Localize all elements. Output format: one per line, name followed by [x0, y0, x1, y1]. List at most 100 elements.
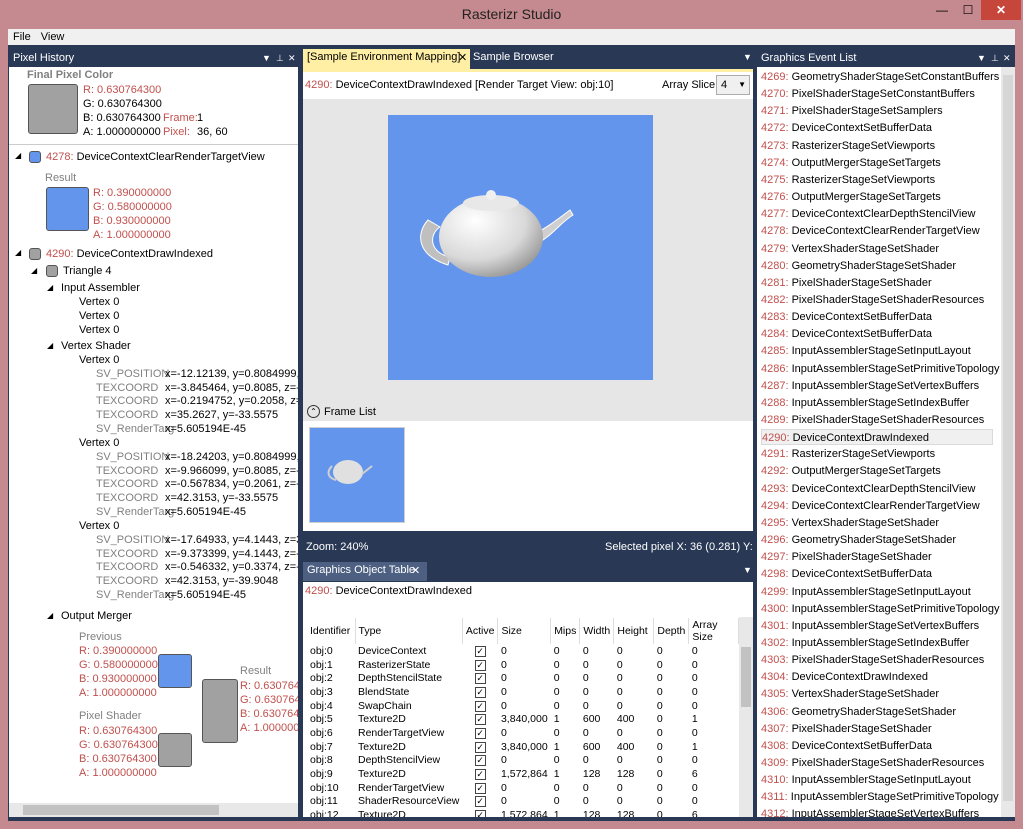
event-list-item[interactable]: 4293: DeviceContextClearDepthStencilView	[761, 481, 993, 497]
expand-arrow-icon[interactable]: ◢	[47, 341, 53, 350]
column-header[interactable]: Mips	[550, 618, 581, 644]
event-list-item[interactable]: 4298: DeviceContextSetBufferData	[761, 566, 993, 582]
active-checkbox[interactable]: ✓	[474, 714, 486, 726]
doc-menu-icon[interactable]: ▼	[743, 52, 752, 62]
event-list-item[interactable]: 4299: InputAssemblerStageSetInputLayout	[761, 584, 993, 600]
event-list-item[interactable]: 4294: DeviceContextClearRenderTargetView	[761, 498, 993, 514]
event-list-item[interactable]: 4289: PixelShaderStageSetShaderResources	[761, 412, 993, 428]
event-list-item[interactable]: 4290: DeviceContextDrawIndexed	[761, 429, 993, 446]
panel-close-icon[interactable]: ✕	[1003, 49, 1011, 67]
event-list-item[interactable]: 4302: InputAssemblerStageSetIndexBuffer	[761, 635, 993, 651]
vertex-shader-node[interactable]: Vertex Shader	[61, 340, 131, 352]
event-list-item[interactable]: 4296: GeometryShaderStageSetShader	[761, 532, 993, 548]
menu-view[interactable]: View	[36, 29, 70, 45]
table-row[interactable]: obj:7 Texture2D ✓ 3,840,000 1 600 400 0 1	[307, 740, 739, 754]
event-list-item[interactable]: 4270: PixelShaderStageSetConstantBuffers	[761, 86, 993, 102]
input-assembler-node[interactable]: Input Assembler	[61, 282, 140, 294]
table-row[interactable]: obj:5 Texture2D ✓ 3,840,000 1 600 400 0 1	[307, 712, 739, 726]
event-list-item[interactable]: 4272: DeviceContextSetBufferData	[761, 120, 993, 136]
table-row[interactable]: obj:6 RenderTargetView ✓ 0 0 0 0 0 0	[307, 726, 739, 740]
event-list-item[interactable]: 4304: DeviceContextDrawIndexed	[761, 669, 993, 685]
horizontal-scrollbar[interactable]	[9, 803, 298, 817]
active-checkbox[interactable]: ✓	[474, 659, 486, 671]
table-row[interactable]: obj:12 Texture2D ✓ 1,572,864 1 128 128 0 6	[307, 808, 739, 817]
event-list-item[interactable]: 4282: PixelShaderStageSetShaderResources	[761, 292, 993, 308]
event-list-item[interactable]: 4281: PixelShaderStageSetShader	[761, 275, 993, 291]
triangle-node[interactable]: Triangle 4	[63, 265, 112, 277]
event-list-item[interactable]: 4283: DeviceContextSetBufferData	[761, 309, 993, 325]
column-header[interactable]: Depth	[653, 618, 690, 644]
collapse-icon[interactable]: ⌃	[307, 405, 320, 418]
expand-arrow-icon[interactable]: ◢	[15, 248, 21, 257]
active-checkbox[interactable]: ✓	[474, 741, 486, 753]
column-header[interactable]: Size	[497, 618, 552, 644]
column-header[interactable]: Type	[355, 618, 463, 644]
panel-menu-icon[interactable]: ▼	[743, 565, 752, 575]
event-list-item[interactable]: 4311: InputAssemblerStageSetPrimitiveTop…	[761, 789, 999, 805]
table-row[interactable]: obj:1 RasterizerState ✓ 0 0 0 0 0 0	[307, 658, 739, 672]
column-header[interactable]: Width	[579, 618, 615, 644]
minimize-button[interactable]: —	[929, 0, 955, 20]
event-list-item[interactable]: 4312: InputAssemblerStageSetVertexBuffer…	[761, 806, 993, 817]
active-checkbox[interactable]: ✓	[474, 755, 486, 767]
event-list-item[interactable]: 4308: DeviceContextSetBufferData	[761, 738, 993, 754]
event-list-item[interactable]: 4297: PixelShaderStageSetShader	[761, 549, 993, 565]
scrollbar-thumb[interactable]	[23, 805, 219, 815]
table-row[interactable]: obj:8 DepthStencilView ✓ 0 0 0 0 0 0	[307, 754, 739, 768]
event-list-item[interactable]: 4303: PixelShaderStageSetShaderResources	[761, 652, 993, 668]
event-list-item[interactable]: 4306: GeometryShaderStageSetShader	[761, 704, 993, 720]
event-list-item[interactable]: 4305: VertexShaderStageSetShader	[761, 686, 993, 702]
panel-menu-icon[interactable]: ▼	[977, 49, 986, 67]
frame-thumbnail[interactable]	[309, 427, 405, 523]
event-list-item[interactable]: 4300: InputAssemblerStageSetPrimitiveTop…	[761, 601, 999, 617]
pin-icon[interactable]: ⊥	[276, 49, 284, 67]
active-checkbox[interactable]: ✓	[474, 727, 486, 739]
frame-list-header[interactable]: ⌃ Frame List	[303, 403, 753, 421]
event-list-item[interactable]: 4277: DeviceContextClearDepthStencilView	[761, 206, 993, 222]
render-viewport[interactable]	[303, 99, 753, 403]
maximize-button[interactable]: ☐	[955, 0, 981, 20]
active-checkbox[interactable]: ✓	[474, 796, 486, 808]
active-checkbox[interactable]: ✓	[474, 769, 486, 781]
render-target-image[interactable]	[388, 115, 653, 380]
close-button[interactable]: ✕	[981, 0, 1021, 20]
array-slice-select[interactable]: 4 ▼	[716, 75, 750, 95]
event-list-item[interactable]: 4269: GeometryShaderStageSetConstantBuff…	[761, 69, 999, 85]
event-list-item[interactable]: 4295: VertexShaderStageSetShader	[761, 515, 993, 531]
event-list-item[interactable]: 4280: GeometryShaderStageSetShader	[761, 258, 993, 274]
event-list-item[interactable]: 4271: PixelShaderStageSetSamplers	[761, 103, 993, 119]
event-list-item[interactable]: 4276: OutputMergerStageSetTargets	[761, 189, 993, 205]
tab-graphics-object-table[interactable]: Graphics Object Table ✕	[303, 562, 427, 581]
column-header[interactable]: Array Size	[688, 618, 740, 644]
panel-close-icon[interactable]: ✕	[288, 49, 296, 67]
tab-sample-environment-mapping[interactable]: [Sample Environment Mapping] ✕	[303, 49, 470, 69]
scrollbar-thumb[interactable]	[1003, 75, 1013, 801]
event-list-item[interactable]: 4279: VertexShaderStageSetShader	[761, 241, 993, 257]
tab-close-icon[interactable]: ✕	[458, 51, 467, 64]
table-row[interactable]: obj:11 ShaderResourceView ✓ 0 0 0 0 0 0	[307, 795, 739, 809]
active-checkbox[interactable]: ✓	[474, 700, 486, 712]
event-list-item[interactable]: 4291: RasterizerStageSetViewports	[761, 446, 993, 462]
vertical-scrollbar[interactable]	[739, 617, 753, 817]
table-row[interactable]: obj:10 RenderTargetView ✓ 0 0 0 0 0 0	[307, 781, 739, 795]
pin-icon[interactable]: ⊥	[991, 49, 999, 67]
expand-arrow-icon[interactable]: ◢	[47, 611, 53, 620]
event-list-item[interactable]: 4309: PixelShaderStageSetShaderResources	[761, 755, 993, 771]
expand-arrow-icon[interactable]: ◢	[15, 151, 21, 160]
event-list-item[interactable]: 4274: OutputMergerStageSetTargets	[761, 155, 993, 171]
table-row[interactable]: obj:4 SwapChain ✓ 0 0 0 0 0 0	[307, 699, 739, 713]
column-header[interactable]: Height	[613, 618, 655, 644]
active-checkbox[interactable]: ✓	[474, 645, 486, 657]
menu-file[interactable]: File	[8, 29, 36, 45]
active-checkbox[interactable]: ✓	[474, 782, 486, 794]
tab-sample-browser[interactable]: Sample Browser	[473, 51, 554, 63]
event-list-item[interactable]: 4273: RasterizerStageSetViewports	[761, 138, 993, 154]
column-header[interactable]: Active	[462, 618, 499, 644]
event-list-item[interactable]: 4287: InputAssemblerStageSetVertexBuffer…	[761, 378, 993, 394]
vertical-scrollbar[interactable]	[1001, 67, 1015, 817]
event-4278[interactable]: 4278: DeviceContextClearRenderTargetView	[46, 151, 265, 163]
active-checkbox[interactable]: ✓	[474, 686, 486, 698]
event-4290[interactable]: 4290: DeviceContextDrawIndexed	[46, 248, 213, 260]
event-list-item[interactable]: 4301: InputAssemblerStageSetVertexBuffer…	[761, 618, 993, 634]
table-row[interactable]: obj:9 Texture2D ✓ 1,572,864 1 128 128 0 6	[307, 767, 739, 781]
